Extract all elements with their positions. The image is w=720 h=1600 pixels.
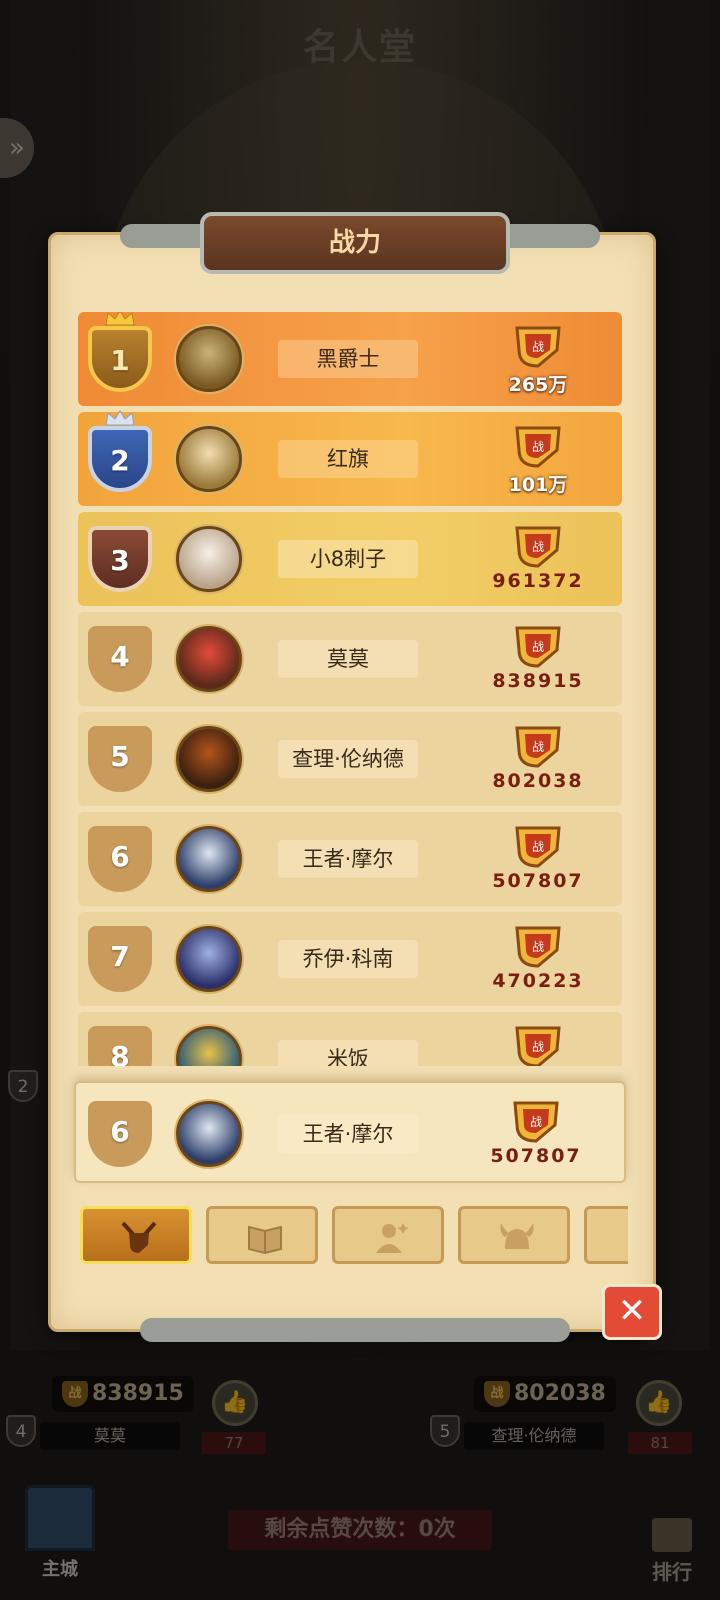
svg-text:战: 战 xyxy=(532,440,544,454)
my-player-name: 王者·摩尔 xyxy=(278,1115,418,1153)
player-name: 查理·伦纳德 xyxy=(278,740,418,778)
ranking-row[interactable]: 4 莫莫 战 838915 xyxy=(78,612,622,706)
rank-badge: 5 xyxy=(88,726,152,792)
svg-text:战: 战 xyxy=(532,340,544,354)
crossed-swords-shield-icon xyxy=(121,1221,157,1253)
power-icon: 战 xyxy=(515,926,561,968)
ranking-row[interactable]: 3 小8刺子 战 961372 xyxy=(78,512,622,606)
player-name: 小8刺子 xyxy=(278,540,418,578)
panel-bottom-ornament xyxy=(140,1318,570,1342)
rank-badge: 3 xyxy=(88,526,152,592)
ranking-list[interactable]: 1 黑爵士 战 265万 2 红旗 战 101万 3 小8刺子 战 961372… xyxy=(78,312,622,1066)
power-icon: 战 xyxy=(515,1026,561,1066)
player-avatar xyxy=(176,826,242,892)
player-avatar xyxy=(176,726,242,792)
power-icon: 战 xyxy=(513,1101,559,1143)
tab-hero[interactable] xyxy=(332,1206,444,1264)
svg-text:战: 战 xyxy=(532,1040,544,1054)
rank-badge: 2 xyxy=(88,426,152,492)
player-name: 乔伊·科南 xyxy=(278,940,418,978)
tab-more[interactable] xyxy=(584,1206,628,1264)
player-name: 红旗 xyxy=(278,440,418,478)
power-value: 838915 xyxy=(492,670,584,692)
ranking-row[interactable]: 2 红旗 战 101万 xyxy=(78,410,622,506)
my-avatar xyxy=(176,1101,242,1167)
power-icon: 战 xyxy=(515,426,561,468)
horned-helmet-icon xyxy=(500,1223,534,1249)
category-tabs xyxy=(78,1202,628,1268)
ranking-row[interactable]: 6 王者·摩尔 战 507807 xyxy=(78,812,622,906)
silver-crown-icon xyxy=(105,410,135,426)
power-value: 961372 xyxy=(492,570,584,592)
svg-text:战: 战 xyxy=(532,940,544,954)
person-star-icon xyxy=(376,1223,409,1253)
player-name: 王者·摩尔 xyxy=(278,840,418,878)
gold-crown-icon xyxy=(105,312,135,326)
power-value: 101万 xyxy=(508,474,568,496)
rank-badge: 8 xyxy=(88,1026,152,1066)
power-icon: 战 xyxy=(515,626,561,668)
ranking-row[interactable]: 7 乔伊·科南 战 470223 xyxy=(78,912,622,1006)
power-icon: 战 xyxy=(515,326,561,368)
tab-guild[interactable] xyxy=(458,1206,570,1264)
svg-text:战: 战 xyxy=(530,1115,542,1129)
player-name: 莫莫 xyxy=(278,640,418,678)
player-avatar xyxy=(176,426,242,492)
power-value: 470223 xyxy=(492,970,584,992)
player-name: 米饭 xyxy=(278,1040,418,1066)
rank-badge: 7 xyxy=(88,926,152,992)
my-ranking-row[interactable]: 6 王者·摩尔 战 507807 xyxy=(74,1081,626,1183)
power-value: 265万 xyxy=(508,374,568,396)
more-tab-icon xyxy=(623,1219,628,1257)
svg-text:战: 战 xyxy=(532,540,544,554)
map-book-icon xyxy=(248,1225,282,1255)
rank-badge: 1 xyxy=(88,326,152,392)
my-power-value: 507807 xyxy=(490,1145,582,1167)
svg-text:战: 战 xyxy=(532,740,544,754)
power-icon: 战 xyxy=(515,726,561,768)
player-avatar xyxy=(176,326,242,392)
my-rank-badge: 6 xyxy=(88,1101,152,1167)
player-name: 黑爵士 xyxy=(278,340,418,378)
ranking-row[interactable]: 5 查理·伦纳德 战 802038 xyxy=(78,712,622,806)
ranking-row[interactable]: 8 米饭 战 xyxy=(78,1012,622,1066)
tab-combat-power[interactable] xyxy=(80,1206,192,1264)
power-value: 802038 xyxy=(492,770,584,792)
svg-text:战: 战 xyxy=(532,640,544,654)
ranking-row[interactable]: 1 黑爵士 战 265万 xyxy=(78,312,622,406)
svg-text:战: 战 xyxy=(532,840,544,854)
player-avatar xyxy=(176,1026,242,1066)
rank-badge: 6 xyxy=(88,826,152,892)
power-icon: 战 xyxy=(515,826,561,868)
rank-badge: 4 xyxy=(88,626,152,692)
player-avatar xyxy=(176,926,242,992)
player-avatar xyxy=(176,626,242,692)
player-avatar xyxy=(176,526,242,592)
power-value: 507807 xyxy=(492,870,584,892)
panel-title: 战力 xyxy=(200,212,510,274)
tab-adventure[interactable] xyxy=(206,1206,318,1264)
power-icon: 战 xyxy=(515,526,561,568)
close-button[interactable]: ✕ xyxy=(602,1284,662,1340)
